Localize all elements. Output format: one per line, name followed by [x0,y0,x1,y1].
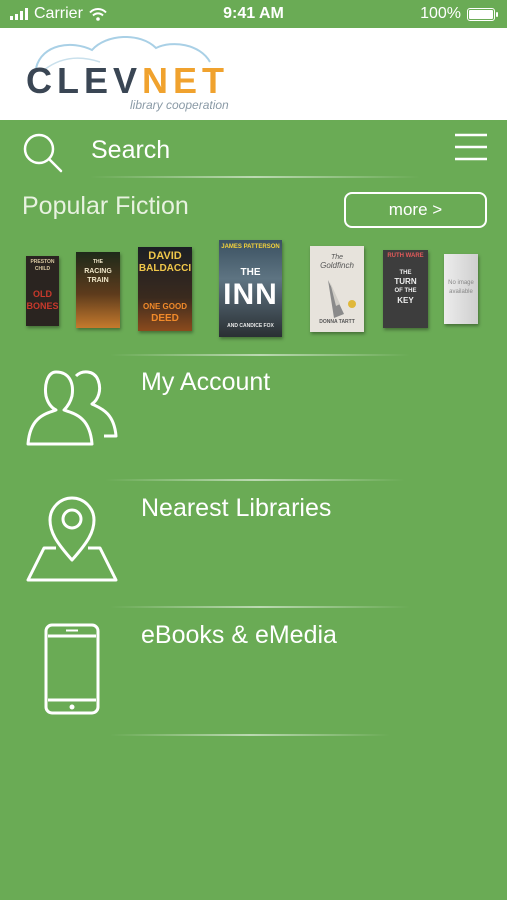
battery-icon [467,7,498,21]
book-cover[interactable]: PRESTON CHILD OLD BONES [26,256,59,326]
divider [110,734,390,736]
search-icon[interactable] [22,132,64,174]
book-cover[interactable]: RUTH WARE THE TURN OF THE KEY [383,250,428,328]
users-icon [26,370,118,446]
menu-label-my-account: My Account [141,368,271,396]
menu-label-nearest-libraries: Nearest Libraries [141,494,332,522]
section-title-popular-fiction: Popular Fiction [22,192,189,220]
book-cover[interactable]: The Goldfinch DONNA TARTT [310,246,364,332]
menu-label-ebooks-emedia: eBooks & eMedia [141,621,337,649]
search-input[interactable]: Search [91,136,170,165]
book-cover[interactable]: THE RACING TRAIN [76,252,120,328]
book-cover[interactable]: JAMES PATTERSON THE INN AND CANDICE FOX [219,240,282,337]
torn-paper-graphic [328,280,356,318]
divider [105,479,405,481]
menu-item-ebooks-emedia[interactable]: eBooks & eMedia [0,609,507,735]
status-right: 100% [420,5,498,23]
search-bar[interactable]: Search [0,122,507,178]
more-button[interactable]: more > [344,192,487,228]
menu-item-nearest-libraries[interactable]: Nearest Libraries [0,482,507,608]
hamburger-menu-icon[interactable] [454,132,488,162]
smartphone-icon [44,623,100,715]
book-cover[interactable]: DAVID BALDACCI ONE GOOD DEED [138,247,192,331]
battery-percent: 100% [420,5,461,22]
logo-wordmark: CLEVNET [26,60,230,101]
app-header: CLEVNET library cooperation [0,28,507,120]
logo-tagline: library cooperation [130,98,229,112]
map-location-icon [26,496,118,582]
menu-item-my-account[interactable]: My Account [0,356,507,482]
book-cover-placeholder[interactable]: No image available [444,254,478,324]
divider [90,176,420,178]
divider [110,606,410,608]
clevnet-logo: CLEVNET library cooperation [22,32,232,116]
status-bar: Carrier 9:41 AM 100% [0,0,507,28]
book-carousel[interactable]: PRESTON CHILD OLD BONES THE RACING TRAIN… [0,238,507,344]
